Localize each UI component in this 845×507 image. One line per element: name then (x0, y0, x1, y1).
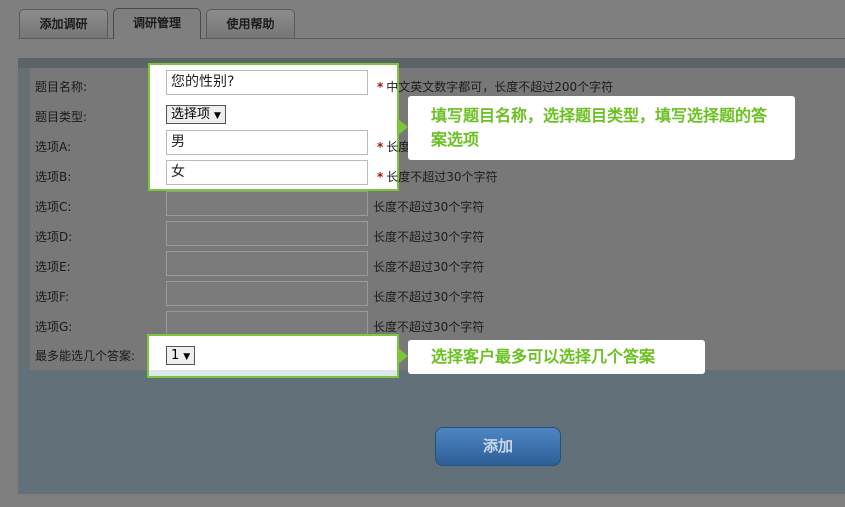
callout-pointer-icon (397, 118, 408, 136)
type-label: 题目类型: (35, 110, 88, 124)
title-input[interactable]: 您的性别? (166, 70, 368, 95)
option-f-input[interactable] (166, 281, 368, 306)
required-star-icon: * (377, 80, 384, 94)
callout-top: 填写题目名称，选择题目类型，填写选择题的答案选项 (408, 96, 795, 160)
tab-add-survey[interactable]: 添加调研 (19, 9, 108, 38)
option-a-hint: * 长度 (377, 138, 410, 155)
dropdown-arrow-icon: ▼ (214, 111, 221, 121)
max-answers-label: 最多能选几个答案: (35, 349, 136, 363)
option-g-hint: 长度不超过30个字符 (373, 320, 485, 334)
option-a-input[interactable]: 男 (166, 130, 368, 155)
type-select-value: 选择项 (171, 107, 211, 122)
max-answers-select[interactable]: 1 ▼ (166, 346, 196, 365)
tab-help[interactable]: 使用帮助 (206, 9, 295, 38)
title-label: 题目名称: (35, 80, 88, 94)
title-hint: * 中文英文数字都可，长度不超过200个字符 (377, 78, 613, 95)
callout-bottom: 选择客户最多可以选择几个答案 (408, 340, 705, 374)
required-star-icon: * (377, 170, 384, 184)
option-b-input[interactable]: 女 (166, 160, 368, 185)
option-b-hint-text: 长度不超过30个字符 (386, 170, 498, 184)
option-d-label: 选项D: (35, 230, 73, 244)
tab-survey-manage[interactable]: 调研管理 (113, 8, 201, 39)
highlight-bottom-band (149, 370, 397, 376)
option-e-hint: 长度不超过30个字符 (373, 260, 485, 274)
option-b-hint: * 长度不超过30个字符 (377, 168, 498, 185)
dropdown-arrow-icon: ▼ (183, 352, 191, 362)
option-g-label: 选项G: (35, 320, 73, 334)
title-hint-text: 中文英文数字都可，长度不超过200个字符 (386, 80, 614, 94)
option-c-hint: 长度不超过30个字符 (373, 200, 485, 214)
option-f-hint: 长度不超过30个字符 (373, 290, 485, 304)
option-f-label: 选项F: (35, 290, 70, 304)
option-a-label: 选项A: (35, 140, 72, 154)
option-d-input[interactable] (166, 221, 368, 246)
add-button[interactable]: 添加 (435, 427, 561, 466)
option-c-label: 选项C: (35, 200, 72, 214)
form-footer (18, 370, 845, 494)
type-select[interactable]: 选择项 ▼ (166, 105, 226, 124)
form-panel-header (18, 58, 845, 68)
option-b-label: 选项B: (35, 170, 72, 184)
option-g-input[interactable] (166, 311, 368, 336)
callout-pointer-icon (397, 347, 408, 365)
option-c-input[interactable] (166, 191, 368, 216)
option-e-label: 选项E: (35, 260, 71, 274)
max-answers-value: 1 (171, 348, 180, 363)
required-star-icon: * (377, 140, 384, 154)
option-a-hint-text: 长度 (386, 140, 411, 154)
option-e-input[interactable] (166, 251, 368, 276)
option-d-hint: 长度不超过30个字符 (373, 230, 485, 244)
